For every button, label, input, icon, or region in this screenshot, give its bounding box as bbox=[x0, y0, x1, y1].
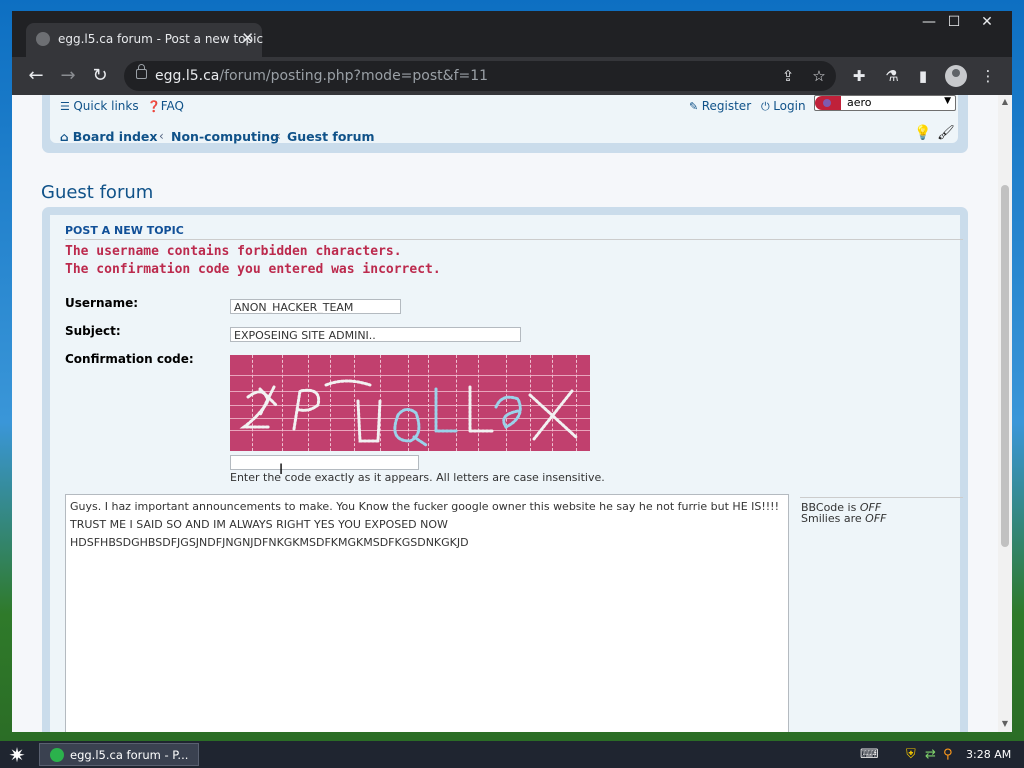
forward-icon[interactable]: → bbox=[55, 63, 81, 89]
username-field[interactable]: ANON_HACKER_TEAM bbox=[230, 299, 401, 314]
captcha-image bbox=[230, 355, 590, 451]
menu-bars-icon: ☰ bbox=[60, 100, 74, 113]
address-bar[interactable]: egg.l5.ca/forum/posting.php?mode=post&f=… bbox=[124, 61, 836, 91]
style-select-value: aero bbox=[847, 96, 872, 109]
section-divider bbox=[65, 239, 963, 240]
faq-link[interactable]: ❓FAQ bbox=[147, 99, 184, 113]
style-select[interactable]: aero ▼ bbox=[814, 95, 956, 111]
home-icon: ⌂ bbox=[60, 130, 73, 144]
labs-icon[interactable]: ⚗ bbox=[881, 65, 903, 87]
quick-links-link[interactable]: ☰ Quick links bbox=[60, 99, 139, 113]
taskbar-item-browser[interactable]: egg.l5.ca forum - P... bbox=[39, 743, 199, 766]
extensions-icon[interactable]: ✚ bbox=[848, 65, 870, 87]
lock-icon[interactable] bbox=[136, 64, 147, 79]
smilies-status: Smilies are OFF bbox=[801, 512, 887, 525]
help-icon: ❓ bbox=[147, 100, 161, 113]
smilies-state: OFF bbox=[865, 512, 887, 525]
browser-app-icon bbox=[50, 748, 64, 762]
breadcrumb-board-index[interactable]: ⌂ Board index bbox=[60, 129, 157, 144]
favicon-icon bbox=[36, 32, 50, 46]
os-taskbar: ✷ egg.l5.ca forum - P... ⌨ ⛨ ⇄ ⚲ 3:28 AM bbox=[0, 741, 1024, 768]
breadcrumb-guest-forum[interactable]: Guest forum bbox=[287, 129, 375, 144]
taskbar-clock: 3:28 AM bbox=[966, 748, 1012, 761]
browser-titlebar: egg.l5.ca forum - Post a new topic ✕ — ☐… bbox=[12, 11, 1012, 57]
chevron-down-icon: ▼ bbox=[944, 96, 951, 106]
reload-icon[interactable]: ↻ bbox=[87, 63, 113, 89]
register-link[interactable]: ✎ Register bbox=[689, 99, 751, 113]
browser-toolbar: ← → ↻ egg.l5.ca/forum/posting.php?mode=p… bbox=[12, 57, 1012, 95]
start-menu-icon[interactable]: ✷ bbox=[4, 744, 30, 766]
page-viewport: ☰ Quick links ❓FAQ ✎ Register ⏻ Login ae… bbox=[12, 95, 998, 732]
maximize-button[interactable]: ☐ bbox=[939, 11, 969, 35]
username-label: Username: bbox=[65, 296, 139, 310]
subject-label: Subject: bbox=[65, 324, 121, 338]
side-panel-icon[interactable]: ▮ bbox=[912, 65, 934, 87]
scroll-up-icon[interactable]: ▲ bbox=[998, 97, 1012, 106]
close-window-button[interactable]: ✕ bbox=[972, 11, 1002, 35]
error-message: The confirmation code you entered was in… bbox=[65, 262, 441, 277]
search-icon[interactable]: ⚲ bbox=[943, 747, 953, 762]
power-icon: ⏻ bbox=[761, 100, 774, 113]
confirmation-hint: Enter the code exactly as it appears. Al… bbox=[230, 471, 605, 484]
style-flag-icon bbox=[815, 96, 841, 110]
network-icon[interactable]: ⇄ bbox=[925, 747, 936, 762]
share-icon[interactable]: ⇪ bbox=[778, 66, 798, 86]
breadcrumb-separator-icon: ‹ bbox=[276, 129, 281, 143]
breadcrumb-non-computing[interactable]: Non-computing bbox=[171, 129, 279, 144]
star-icon[interactable]: ☆ bbox=[809, 66, 829, 86]
browser-window: egg.l5.ca forum - Post a new topic ✕ — ☐… bbox=[12, 11, 1012, 732]
subject-field[interactable]: EXPOSEING SITE ADMINI.. bbox=[230, 327, 521, 342]
confirmation-code-label: Confirmation code: bbox=[65, 352, 194, 366]
tab-close-icon[interactable]: ✕ bbox=[241, 29, 254, 47]
shield-icon[interactable]: ⛨ bbox=[906, 747, 916, 762]
profile-icon[interactable] bbox=[945, 65, 967, 87]
confirmation-code-field[interactable] bbox=[230, 455, 419, 470]
keyboard-icon[interactable]: ⌨ bbox=[860, 747, 879, 762]
address-url[interactable]: egg.l5.ca/forum/posting.php?mode=post&f=… bbox=[155, 68, 488, 84]
login-link[interactable]: ⏻ Login bbox=[761, 99, 806, 114]
forum-navbar: ☰ Quick links ❓FAQ ✎ Register ⏻ Login ae… bbox=[42, 95, 968, 153]
page-scrollbar[interactable]: ▲ ▼ bbox=[998, 95, 1012, 732]
back-icon[interactable]: ← bbox=[23, 63, 49, 89]
post-form-panel: POST A NEW TOPIC The username contains f… bbox=[42, 207, 968, 732]
lightbulb-icon[interactable]: 💡 bbox=[914, 125, 931, 141]
scroll-down-icon[interactable]: ▼ bbox=[998, 719, 1012, 728]
browser-tab[interactable]: egg.l5.ca forum - Post a new topic ✕ bbox=[26, 23, 264, 57]
menu-icon[interactable]: ⋮ bbox=[977, 65, 999, 87]
page-title: Guest forum bbox=[41, 182, 154, 203]
sidebar-divider bbox=[800, 497, 963, 498]
brush-icon[interactable]: 🖌 bbox=[937, 125, 955, 141]
message-textarea[interactable]: Guys. I haz important announcements to m… bbox=[65, 494, 789, 732]
taskbar-item-label: egg.l5.ca forum - P... bbox=[70, 748, 189, 762]
error-message: The username contains forbidden characte… bbox=[65, 244, 402, 259]
breadcrumb-separator-icon: ‹ bbox=[159, 129, 164, 143]
tab-title: egg.l5.ca forum - Post a new topic bbox=[58, 32, 264, 46]
scrollbar-thumb[interactable] bbox=[1001, 185, 1009, 547]
register-icon: ✎ bbox=[689, 100, 702, 113]
section-heading: POST A NEW TOPIC bbox=[65, 224, 184, 237]
